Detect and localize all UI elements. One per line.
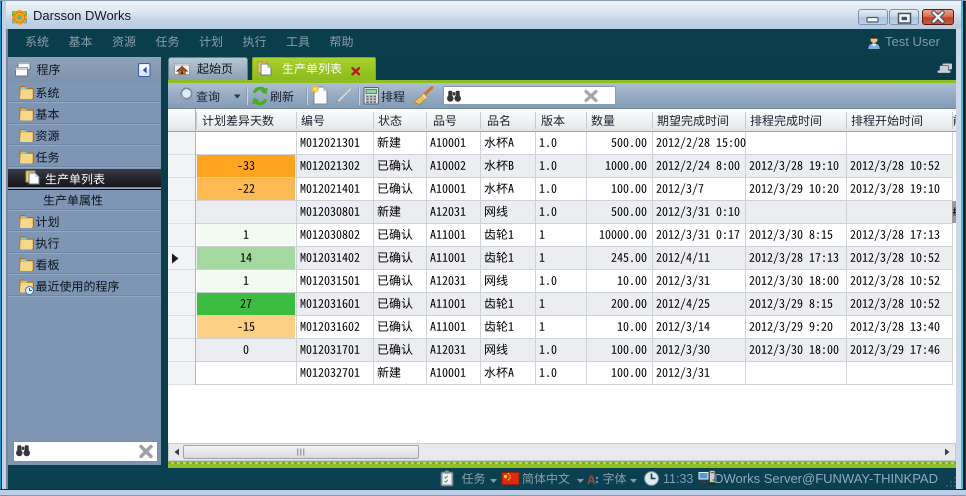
svg-text:A: A	[587, 473, 596, 487]
